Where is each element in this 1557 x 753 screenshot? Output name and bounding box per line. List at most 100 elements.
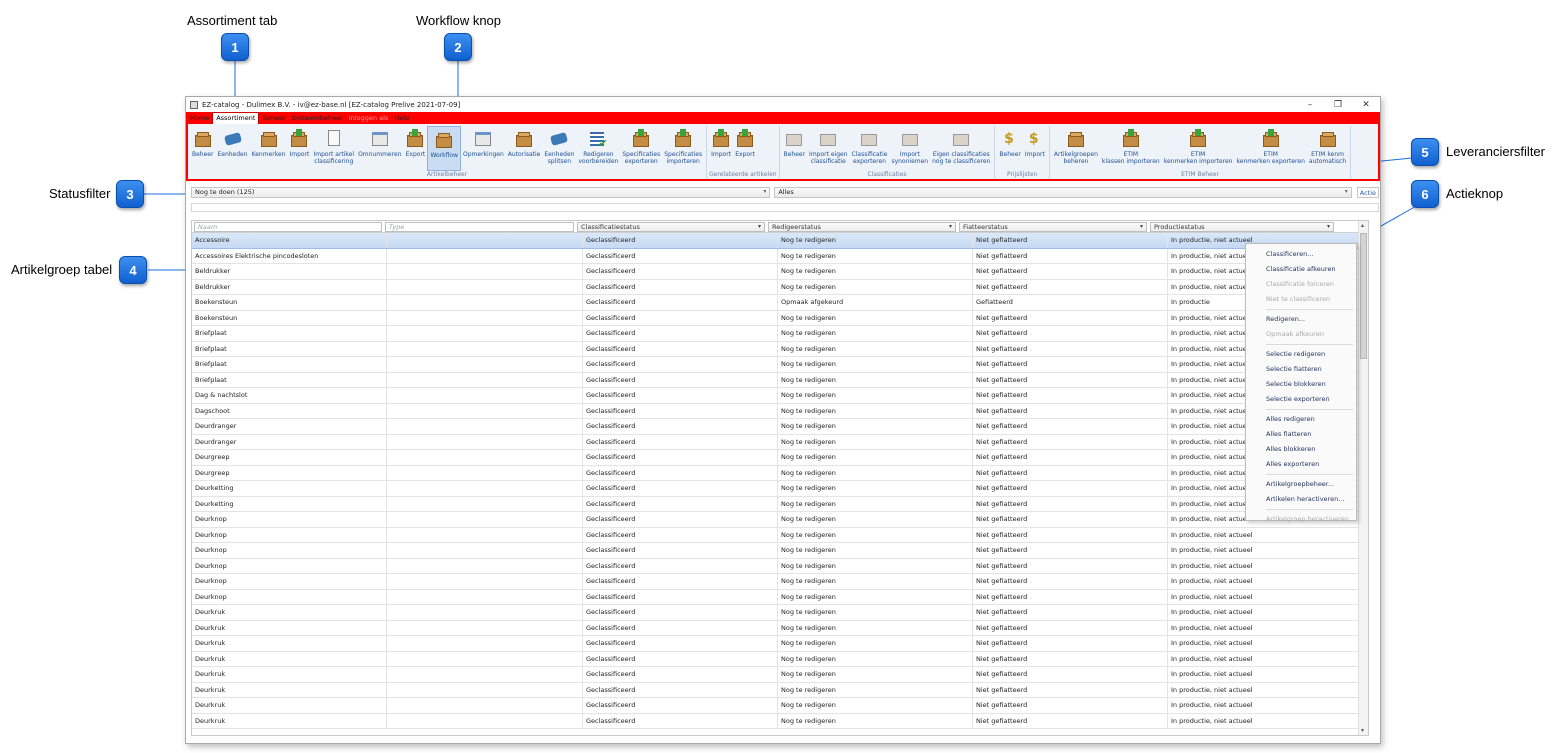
menu-item-alles-redigeren[interactable]: Alles redigeren [1246, 412, 1356, 427]
tab-beheer[interactable]: Beheer [259, 113, 288, 124]
table-row[interactable]: Deurkruk Geclassificeerd Nog te redigeren N… [192, 667, 1368, 683]
menu-item-classificatie-afkeuren[interactable]: Classificatie afkeuren [1246, 262, 1356, 277]
ribbon-button-etim-kenmerken-exporteren[interactable]: ETIM kenmerken exporteren [1235, 126, 1307, 171]
table-row[interactable]: Accessoire Geclassificeerd Nog te redigere… [192, 233, 1368, 249]
table-row[interactable]: Briefplaat Geclassificeerd Nog te redigere… [192, 326, 1368, 342]
column-fiatteerstatus[interactable]: Fiatteerstatus ▾ [959, 222, 1147, 232]
box-icon [1318, 129, 1338, 149]
ribbon-button-import-eigen-classificatie[interactable]: Import eigen classificatie [807, 126, 849, 171]
ribbon-button-eigen-classificaties-nog-te-classificeren[interactable]: Eigen classificaties nog te classificere… [930, 126, 992, 171]
table-row[interactable]: Deurkruk Geclassificeerd Nog te redigeren N… [192, 620, 1368, 636]
table-row[interactable]: Briefplaat Geclassificeerd Nog te redigere… [192, 357, 1368, 373]
ribbon-button-kenmerken[interactable]: Kenmerken [250, 126, 288, 171]
table-row[interactable]: Dag & nachtslot Geclassificeerd Nog te red… [192, 388, 1368, 404]
tab-assortiment[interactable]: Assortiment [212, 112, 260, 124]
ribbon-button-etim-kenmerken-importeren[interactable]: ETIM kenmerken importeren [1162, 126, 1235, 171]
tab-help[interactable]: Help [391, 113, 412, 124]
ribbon-button-classificatie-exporteren[interactable]: Classificatie exporteren [850, 126, 890, 171]
table-row[interactable]: Beldrukker Geclassificeerd Nog te redigere… [192, 264, 1368, 280]
menu-item-selectie-blokkeren[interactable]: Selectie blokkeren [1246, 377, 1356, 392]
ribbon-button-beheer[interactable]: $ Beheer [997, 126, 1022, 171]
table-row[interactable]: Deurketting Geclassificeerd Nog te rediger… [192, 481, 1368, 497]
menu-item-alles-fiatteren[interactable]: Alles fiatteren [1246, 427, 1356, 442]
tab-inloggen-als[interactable]: Inloggen als [346, 113, 391, 124]
table-row[interactable]: Deurknop Geclassificeerd Nog te redigeren N… [192, 558, 1368, 574]
action-button[interactable]: Actie [1356, 186, 1379, 198]
table-row[interactable]: Deurknop Geclassificeerd Nog te redigeren N… [192, 527, 1368, 543]
app-icon [190, 100, 198, 109]
tab-home[interactable]: Home [187, 113, 212, 124]
ribbon-button-import-artikel-classificering[interactable]: Import artikel classificering [311, 126, 356, 171]
table-row[interactable]: Deurknop Geclassificeerd Nog te redigeren N… [192, 589, 1368, 605]
ribbon-button-specificaties-exporteren[interactable]: Specificaties exporteren [620, 126, 662, 171]
scroll-down-icon[interactable]: ▾ [1361, 727, 1364, 734]
supplier-filter[interactable]: Alles ▾ [774, 186, 1352, 198]
ribbon-button-omnummeren[interactable]: Omnummeren [356, 126, 403, 171]
table-row[interactable]: Deurkruk Geclassificeerd Nog te redigeren N… [192, 605, 1368, 621]
column-redigeerstatus[interactable]: Redigeerstatus ▾ [768, 222, 956, 232]
ribbon-button-import-synoniemen[interactable]: Import synoniemen [889, 126, 930, 171]
tab-systeembeheer[interactable]: Systeembeheer [289, 113, 346, 124]
ribbon-button-autorisatie[interactable]: Autorisatie [506, 126, 543, 171]
ribbon-button-etim-klassen-importeren[interactable]: ETIM klassen importeren [1100, 126, 1162, 171]
table-row[interactable]: Beldrukker Geclassificeerd Nog te redigere… [192, 279, 1368, 295]
table-row[interactable]: Deurgreep Geclassificeerd Nog te redigeren… [192, 465, 1368, 481]
ribbon-button-import[interactable]: $ Import [1023, 126, 1047, 171]
ribbon-button-import[interactable]: Import [287, 126, 311, 171]
ribbon-button-redigeren-voorbereiden[interactable]: ✔ Redigeren voorbereiden [576, 126, 620, 171]
table-row[interactable]: Boekensteun Geclassificeerd Nog te rediger… [192, 310, 1368, 326]
menu-item-artikelen-heractiveren[interactable]: Artikelen heractiveren... [1246, 492, 1356, 507]
table-row[interactable]: Deurkruk Geclassificeerd Nog te redigeren N… [192, 698, 1368, 714]
table-row[interactable]: Deurdranger Geclassificeerd Nog te rediger… [192, 434, 1368, 450]
status-filter[interactable]: Nog te doen (125) ▾ [191, 186, 771, 198]
menu-item-redigeren[interactable]: Redigeren... [1246, 312, 1356, 327]
table-cell: Geclassificeerd [583, 667, 778, 682]
table-row[interactable]: Deurketting Geclassificeerd Nog te rediger… [192, 496, 1368, 512]
type-filter-input[interactable]: Type [385, 222, 574, 232]
table-cell: Nog te redigeren [778, 233, 973, 248]
table-row[interactable]: Deurkruk Geclassificeerd Nog te redigeren N… [192, 651, 1368, 667]
table-row[interactable]: Deurkruk Geclassificeerd Nog te redigeren N… [192, 636, 1368, 652]
ribbon-button-export[interactable]: Export [733, 126, 757, 171]
table-row[interactable]: Deurknop Geclassificeerd Nog te redigeren N… [192, 574, 1368, 590]
menu-item-alles-exporteren[interactable]: Alles exporteren [1246, 457, 1356, 472]
table-row[interactable]: Deurknop Geclassificeerd Nog te redigeren N… [192, 512, 1368, 528]
ribbon-button-eenheden-splitsen[interactable]: Eenheden splitsen [542, 126, 576, 171]
menu-item-alles-blokkeren[interactable]: Alles blokkeren [1246, 442, 1356, 457]
column-classificatiestatus[interactable]: Classificatiestatus ▾ [577, 222, 765, 232]
ribbon-button-artikelgroepen-beheren[interactable]: Artikelgroepen beheren [1052, 126, 1100, 171]
menu-item-selectie-redigeren[interactable]: Selectie redigeren [1246, 347, 1356, 362]
table-row[interactable]: Deurdranger Geclassificeerd Nog te rediger… [192, 419, 1368, 435]
ribbon-button-specificaties-importeren[interactable]: Specificaties importeren [662, 126, 704, 171]
table-row[interactable]: Accessoires Elektrische pincodesloten Gec… [192, 248, 1368, 264]
maximize-icon[interactable]: ❐ [1324, 100, 1352, 110]
table-row[interactable]: Briefplaat Geclassificeerd Nog te redigere… [192, 341, 1368, 357]
menu-item-artikelgroepbeheer[interactable]: Artikelgroepbeheer... [1246, 477, 1356, 492]
table-row[interactable]: Deurknop Geclassificeerd Nog te redigeren N… [192, 543, 1368, 559]
table-row[interactable]: Boekensteun Geclassificeerd Opmaak afgekeu… [192, 295, 1368, 311]
ribbon-button-export[interactable]: Export [403, 126, 427, 171]
table-row[interactable]: Deurkruk Geclassificeerd Nog te redigeren N… [192, 682, 1368, 698]
menu-item-selectie-exporteren[interactable]: Selectie exporteren [1246, 392, 1356, 407]
folder-icon [859, 129, 879, 149]
ribbon-button-import[interactable]: Import [709, 126, 733, 171]
table-row[interactable]: Deurkruk Geclassificeerd Nog te redigeren N… [192, 713, 1368, 729]
scrollbar-thumb[interactable] [1360, 233, 1367, 359]
table-row[interactable]: Briefplaat Geclassificeerd Nog te redigere… [192, 372, 1368, 388]
minimize-icon[interactable]: – [1296, 100, 1324, 110]
ribbon-button-beheer[interactable]: Beheer [190, 126, 215, 171]
table-row[interactable]: Deurgreep Geclassificeerd Nog te redigeren… [192, 450, 1368, 466]
ribbon-button-workflow[interactable]: Workflow [427, 126, 462, 171]
menu-item-selectie-fiatteren[interactable]: Selectie fiatteren [1246, 362, 1356, 377]
ribbon-button-opmerkingen[interactable]: Opmerkingen [461, 126, 506, 171]
name-filter-input[interactable]: Naam [194, 222, 382, 232]
menu-item-classificeren[interactable]: Classificeren... [1246, 247, 1356, 262]
ribbon-button-etim-kenm-automatisch[interactable]: ETIM kenm automatisch [1307, 126, 1348, 171]
scroll-up-icon[interactable]: ▴ [1361, 222, 1364, 229]
ribbon-button-eenheden[interactable]: Eenheden [215, 126, 249, 171]
ribbon-button-beheer[interactable]: Beheer [782, 126, 807, 171]
column-productiestatus[interactable]: Productiestatus ▾ [1150, 222, 1334, 232]
close-icon[interactable]: ✕ [1352, 100, 1380, 110]
table-row[interactable]: Dagschoot Geclassificeerd Nog te redigeren… [192, 403, 1368, 419]
vertical-scrollbar[interactable]: ▴ ▾ [1358, 221, 1368, 735]
